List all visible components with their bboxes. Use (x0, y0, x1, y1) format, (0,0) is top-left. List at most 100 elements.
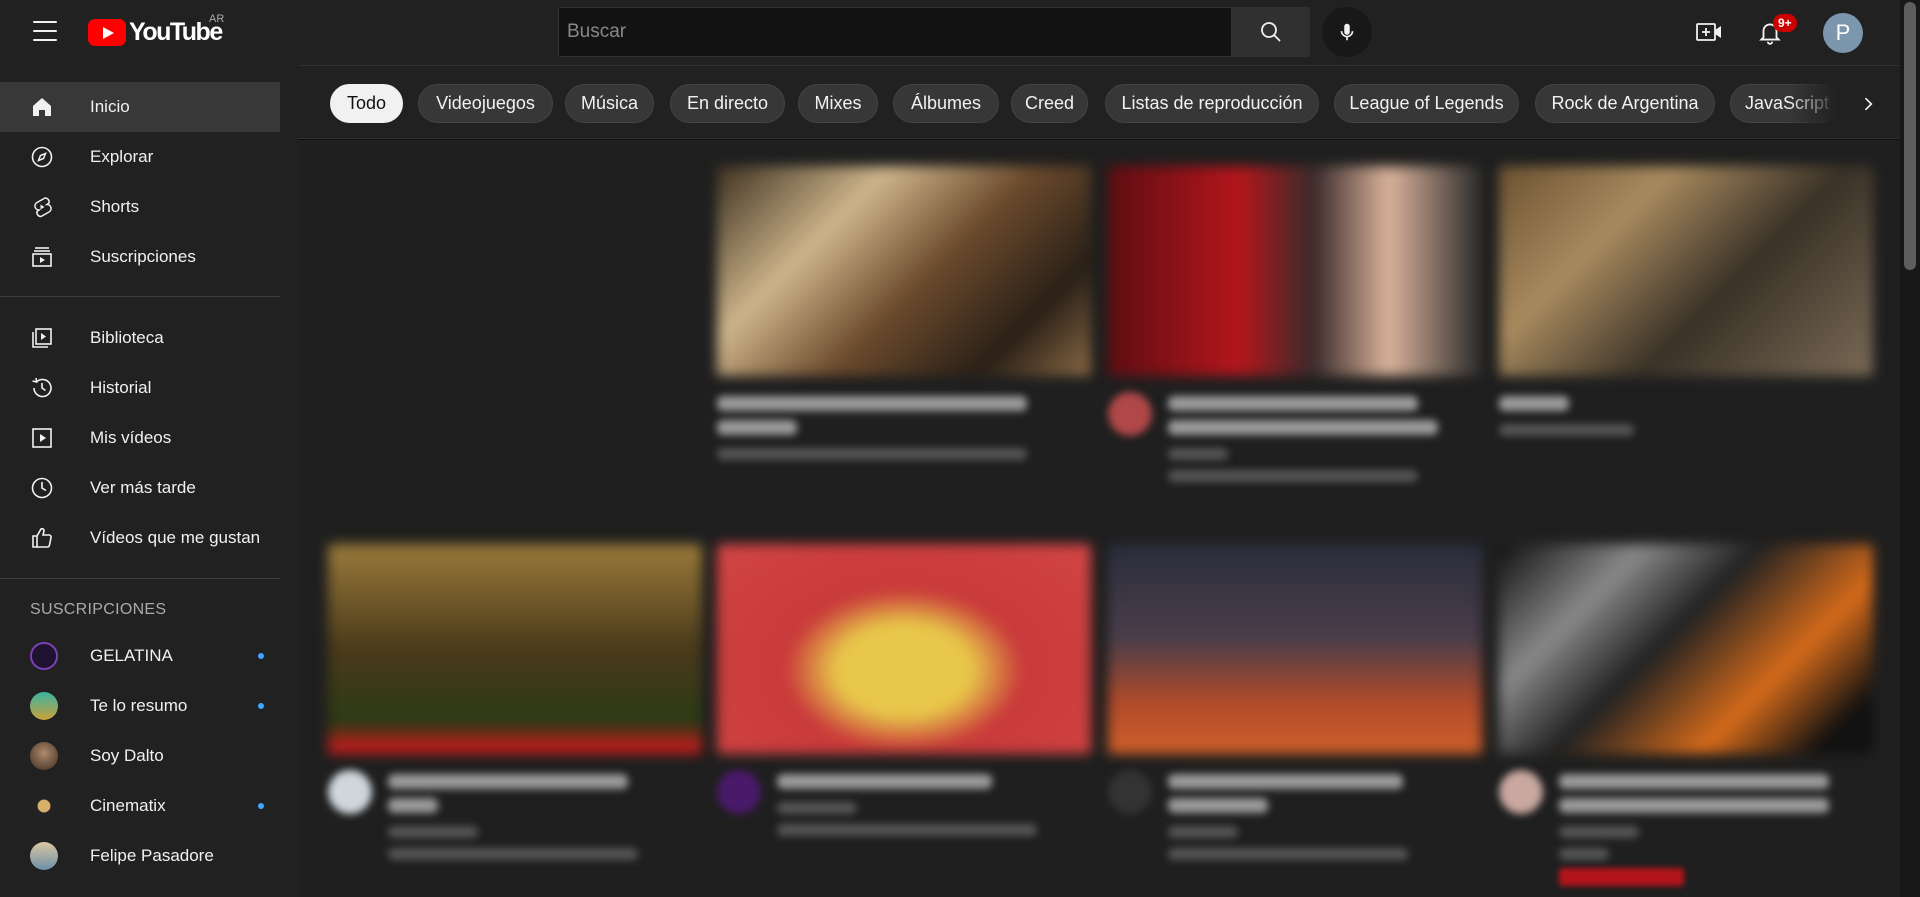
voice-search-button[interactable] (1322, 7, 1372, 57)
new-content-dot (258, 703, 264, 709)
search-bar (558, 7, 1310, 57)
history-icon (32, 377, 52, 398)
chip-todo[interactable]: Todo (330, 84, 403, 123)
video-card[interactable] (1108, 544, 1482, 890)
video-title (1559, 798, 1829, 813)
chip-albumes[interactable]: Álbumes (893, 84, 999, 123)
microphone-icon (1340, 23, 1354, 41)
video-channel (717, 448, 1027, 460)
video-stats (1168, 470, 1418, 482)
watch-later-icon (31, 477, 53, 499)
video-thumbnail[interactable] (1499, 166, 1873, 376)
youtube-play-icon (88, 19, 126, 46)
video-thumbnail[interactable] (1108, 544, 1482, 754)
sidebar-item-label: Inicio (90, 97, 130, 116)
video-grid (298, 140, 1900, 897)
create-video-button[interactable] (1694, 18, 1724, 46)
sidebar-item-explorar[interactable]: Explorar (0, 132, 280, 182)
sidebar-divider (0, 296, 280, 297)
sidebar-item-shorts[interactable]: Shorts (0, 182, 280, 232)
sidebar-item-videos-que-me-gustan[interactable]: Vídeos que me gustan (0, 513, 280, 563)
create-video-icon (1696, 23, 1721, 41)
video-title (1499, 396, 1569, 411)
chip-en-directo[interactable]: En directo (670, 84, 785, 123)
video-card[interactable] (1108, 166, 1482, 512)
video-card[interactable] (717, 166, 1091, 512)
video-meta (1108, 770, 1482, 890)
sidebar-item-historial[interactable]: Historial (0, 363, 280, 413)
video-title (1559, 774, 1829, 789)
video-card[interactable] (717, 544, 1091, 890)
search-input[interactable] (558, 7, 1232, 57)
video-thumbnail[interactable] (328, 544, 702, 754)
new-content-dot (258, 803, 264, 809)
chip-rock-de-argentina[interactable]: Rock de Argentina (1535, 84, 1715, 123)
sidebar-item-label: Suscripciones (90, 247, 196, 266)
sidebar-item-inicio[interactable]: Inicio (0, 82, 280, 132)
chip-listas-de-reproduccion[interactable]: Listas de reproducción (1105, 84, 1319, 123)
logo-text: YouTube (129, 18, 223, 46)
channel-avatar (30, 742, 58, 770)
library-icon (32, 328, 52, 348)
video-meta (1108, 392, 1482, 512)
subscription-item-felipe-pasadore[interactable]: Felipe Pasadore (0, 831, 280, 881)
chip-creed[interactable]: Creed (1011, 84, 1088, 123)
video-title (717, 396, 1027, 411)
video-title (1168, 774, 1403, 789)
video-thumbnail[interactable] (717, 544, 1091, 754)
subscription-item-cinematix[interactable]: Cinematix (0, 781, 280, 831)
search-button[interactable] (1232, 7, 1310, 57)
chip-videojuegos[interactable]: Videojuegos (418, 84, 553, 123)
subscription-item-gelatina[interactable]: GELATINA (0, 631, 280, 681)
video-channel (388, 826, 478, 838)
subscription-item-soy-dalto[interactable]: Soy Dalto (0, 731, 280, 781)
sidebar-item-label: Shorts (90, 197, 140, 216)
sidebar-item-ver-mas-tarde[interactable]: Ver más tarde (0, 463, 280, 513)
video-stats (1168, 848, 1408, 860)
video-thumbnail[interactable] (1108, 166, 1482, 376)
chip-musica[interactable]: Música (565, 84, 654, 123)
top-bar: YouTube AR 9+ P (0, 0, 1900, 65)
live-badge (1559, 868, 1684, 886)
video-card[interactable] (328, 544, 702, 890)
channel-avatar (1499, 770, 1543, 814)
account-avatar[interactable]: P (1823, 13, 1863, 53)
video-stats (777, 824, 1037, 836)
sidebar-item-biblioteca[interactable]: Biblioteca (0, 313, 280, 363)
video-title (1168, 396, 1418, 411)
video-thumbnail[interactable] (717, 166, 1091, 376)
video-channel (777, 802, 857, 814)
video-card[interactable] (1499, 544, 1873, 890)
sidebar-item-label: Vídeos que me gustan (90, 528, 261, 547)
subscription-label: Cinematix (90, 796, 166, 815)
chip-league-of-legends[interactable]: League of Legends (1334, 84, 1519, 123)
home-icon (33, 98, 51, 116)
subscription-item-te-lo-resumo[interactable]: Te lo resumo (0, 681, 280, 731)
video-card[interactable] (1499, 166, 1873, 512)
channel-avatar (30, 842, 58, 870)
page-scrollbar[interactable] (1900, 0, 1920, 897)
subscription-label: Soy Dalto (90, 746, 164, 765)
video-channel (1499, 424, 1634, 436)
subscription-label: Felipe Pasadore (90, 846, 214, 865)
compass-icon (31, 146, 53, 168)
filter-chips-bar: Todo Videojuegos Música En directo Mixes… (298, 65, 1900, 139)
sidebar-item-mis-videos[interactable]: Mis vídeos (0, 413, 280, 463)
scrollbar-thumb[interactable] (1904, 2, 1916, 270)
video-title (388, 774, 628, 789)
video-thumbnail[interactable] (1499, 544, 1873, 754)
channel-avatar (717, 770, 761, 814)
sidebar-item-suscripciones[interactable]: Suscripciones (0, 232, 280, 282)
video-channel (1168, 826, 1238, 838)
hamburger-menu-icon[interactable] (28, 18, 62, 44)
sidebar-item-label: Explorar (90, 147, 154, 166)
video-title (717, 420, 797, 435)
chip-mixes[interactable]: Mixes (798, 84, 878, 123)
youtube-logo[interactable]: YouTube (88, 18, 223, 47)
channel-avatar (30, 792, 58, 820)
channel-avatar (1108, 392, 1152, 436)
video-meta (1499, 770, 1873, 890)
video-channel (1168, 448, 1228, 460)
video-channel (1559, 826, 1639, 838)
chips-next-button[interactable] (1850, 86, 1886, 122)
